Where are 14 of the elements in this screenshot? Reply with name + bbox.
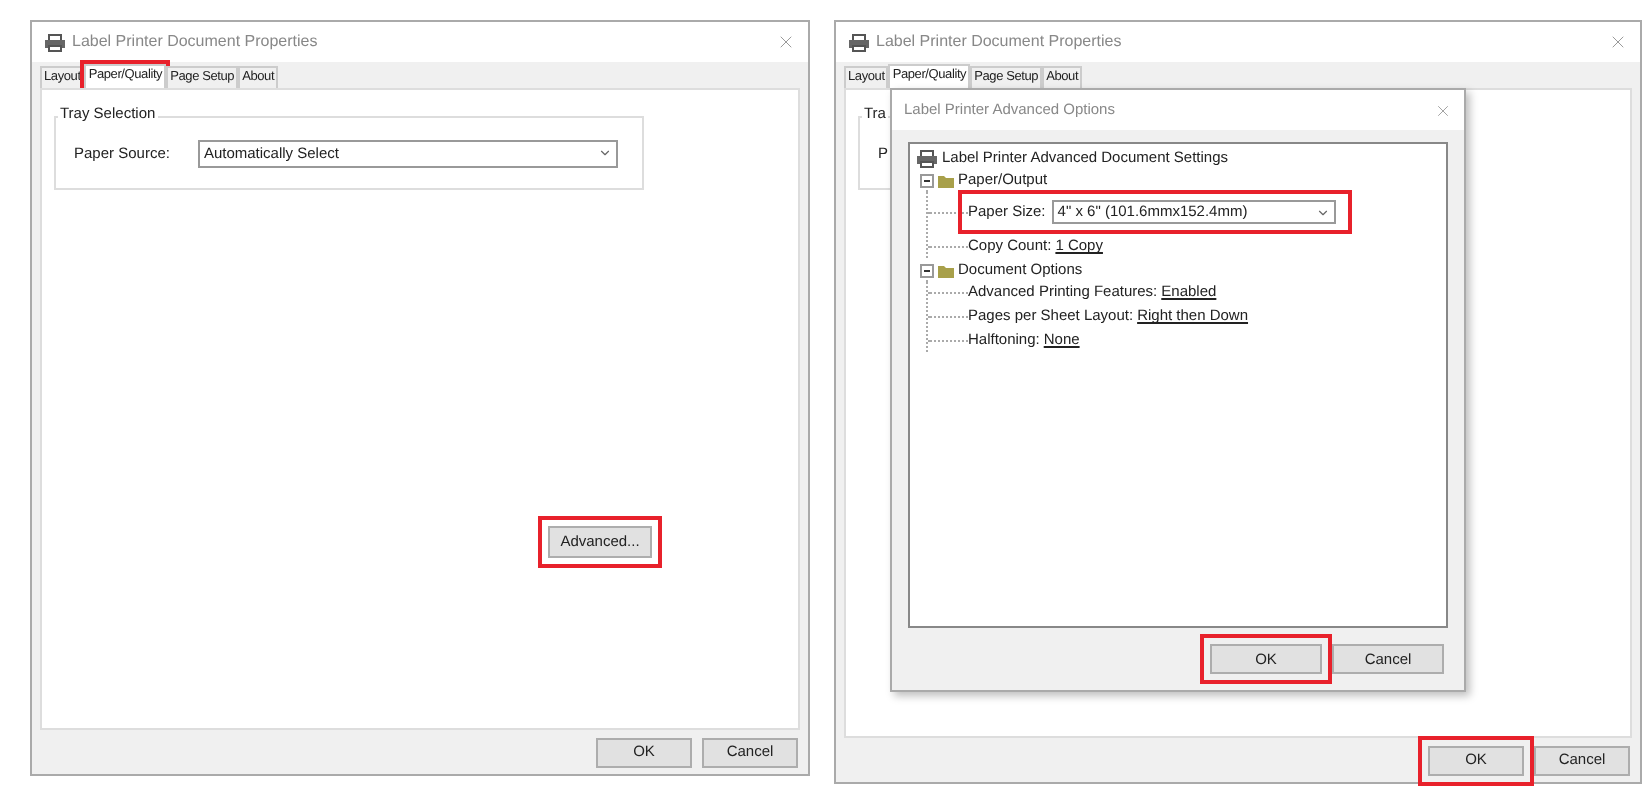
folder-icon [938,173,954,187]
printer-icon [848,33,870,51]
close-icon[interactable] [776,32,796,52]
collapse-icon[interactable] [920,173,934,187]
collapse-icon[interactable] [920,263,934,277]
window-title: Label Printer Document Properties [876,30,1122,54]
folder-icon [938,263,954,277]
window-title: Label Printer Document Properties [72,30,318,54]
close-icon[interactable] [1434,101,1452,119]
printer-icon [44,33,66,51]
close-icon[interactable] [1608,32,1628,52]
chevron-down-icon [1315,205,1330,219]
chevron-down-icon [597,146,612,160]
printer-icon [916,149,938,167]
